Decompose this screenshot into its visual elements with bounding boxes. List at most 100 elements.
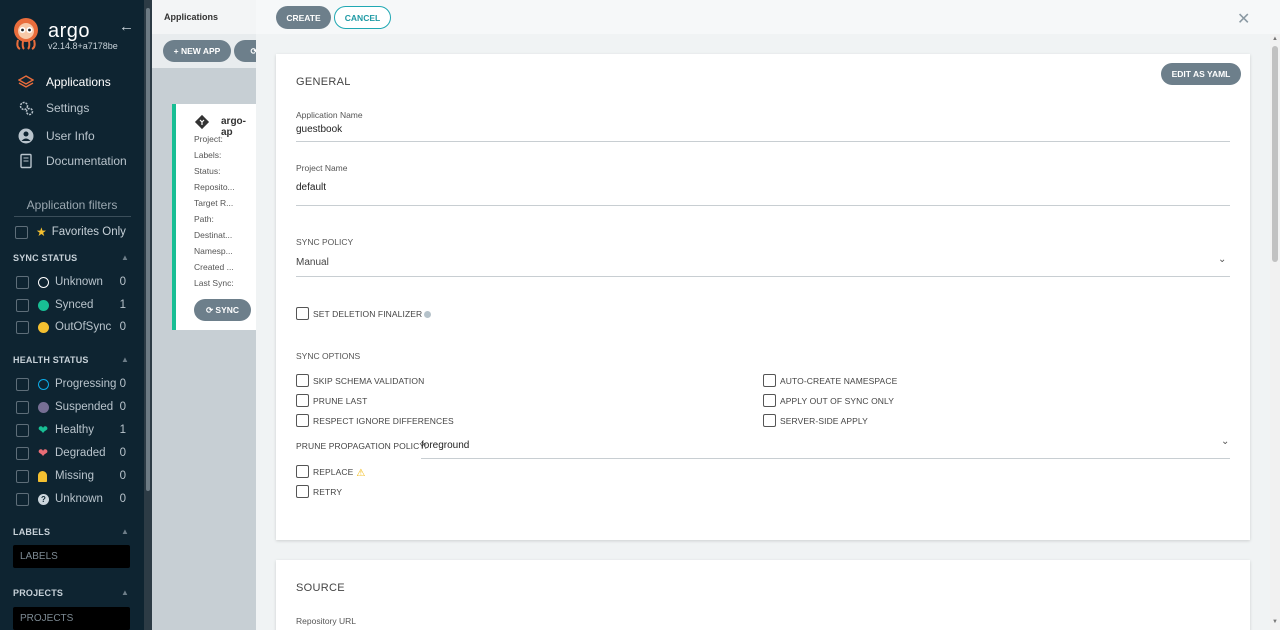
sidebar-scrollbar[interactable] [144, 0, 152, 630]
app-name[interactable]: argo-ap [221, 116, 256, 138]
skip-schema-validation-checkbox[interactable] [296, 374, 309, 387]
input-underline [296, 141, 1230, 142]
server-side-apply-checkbox[interactable] [763, 414, 776, 427]
filter-sync-unknown[interactable]: Unknown 0 [16, 273, 132, 291]
sync-status-heading: SYNC STATUS [13, 253, 78, 263]
filter-sync-synced[interactable]: Synced 1 [16, 296, 132, 314]
progress-circle-icon [38, 378, 49, 390]
filter-count: 1 [119, 299, 126, 311]
retry-label: RETRY [313, 487, 343, 497]
auto-create-namespace-checkbox[interactable] [763, 374, 776, 387]
health-status-heading: HEALTH STATUS [13, 355, 89, 365]
app-tile-content: argo-ap Project: Labels: Status: Reposit… [152, 0, 256, 630]
project-name-label: Project Name [296, 163, 348, 173]
filter-health-missing[interactable]: Missing 0 [16, 467, 132, 485]
filter-health-degraded[interactable]: ❤ Degraded 0 [16, 444, 132, 462]
deletion-finalizer-checkbox[interactable] [296, 307, 309, 320]
filter-health-healthy[interactable]: ❤ Healthy 1 [16, 421, 132, 439]
general-section: GENERAL EDIT AS YAML Application Name gu… [276, 54, 1250, 540]
labels-input[interactable]: LABELS [13, 545, 130, 568]
git-icon [194, 114, 210, 130]
edit-as-yaml-button[interactable]: EDIT AS YAML [1161, 63, 1241, 85]
app-field-label: Labels: [194, 150, 222, 160]
scrollbar-thumb[interactable] [146, 8, 150, 491]
sync-options-title: SYNC OPTIONS [296, 351, 361, 361]
nav-label: Settings [46, 101, 90, 115]
scroll-down-icon[interactable]: ▼ [1272, 619, 1278, 625]
respect-ignore-differences-checkbox[interactable] [296, 414, 309, 427]
panel-header: CREATE CANCEL ✕ [256, 0, 1280, 34]
filter-checkbox[interactable] [16, 275, 29, 289]
input-underline [296, 205, 1230, 206]
app-field-label: Last Sync: [194, 278, 234, 288]
filter-count: 0 [119, 493, 126, 505]
app-field-label: Reposito... [194, 182, 235, 192]
scroll-up-icon[interactable]: ▲ [1272, 36, 1278, 42]
filter-checkbox[interactable] [16, 400, 29, 414]
gears-icon [19, 101, 34, 116]
nav-documentation[interactable]: Documentation [0, 149, 144, 173]
nav-settings[interactable]: Settings [0, 96, 144, 120]
info-icon[interactable] [424, 311, 432, 319]
nav-applications[interactable]: Applications [0, 70, 144, 94]
filter-health-suspended[interactable]: Suspended 0 [16, 398, 132, 416]
filter-checkbox[interactable] [16, 320, 29, 334]
filter-checkbox[interactable] [16, 298, 29, 312]
nav-user-info[interactable]: User Info [0, 124, 144, 148]
filter-count: 1 [119, 424, 126, 436]
filter-health-progressing[interactable]: Progressing 0 [16, 375, 132, 393]
chevron-down-icon[interactable]: ⌄ [1218, 254, 1226, 265]
nav-label: User Info [46, 129, 95, 143]
collapse-sidebar-icon[interactable]: ← [119, 18, 134, 35]
warning-icon[interactable]: ⚠ [356, 468, 365, 479]
filter-count: 0 [119, 470, 126, 482]
respect-ignore-differences-label: RESPECT IGNORE DIFFERENCES [313, 416, 454, 426]
apply-out-of-sync-only-label: APPLY OUT OF SYNC ONLY [780, 396, 894, 406]
general-title: GENERAL [296, 76, 351, 88]
apply-out-of-sync-only-checkbox[interactable] [763, 394, 776, 407]
arrow-up-circle-icon [38, 321, 49, 333]
chevron-down-icon[interactable]: ⌄ [1221, 436, 1229, 447]
panel-scrollbar[interactable]: ▲ ▼ [1270, 34, 1280, 630]
app-field-label: Namesp... [194, 246, 233, 256]
sync-policy-label: SYNC POLICY [296, 237, 354, 247]
prune-last-label: PRUNE LAST [313, 396, 368, 406]
app-name-input[interactable]: guestbook [296, 124, 342, 135]
favorites-checkbox[interactable] [15, 225, 28, 239]
filter-checkbox[interactable] [16, 423, 29, 437]
collapse-caret-icon[interactable]: ▲ [121, 588, 129, 597]
sync-policy-select[interactable]: Manual [296, 257, 329, 268]
repo-url-label: Repository URL [296, 616, 356, 626]
collapse-caret-icon[interactable]: ▲ [121, 355, 129, 364]
replace-label: REPLACE [313, 467, 354, 477]
app-sync-button[interactable]: ⟳ SYNC [194, 299, 251, 321]
nav-label: Applications [46, 75, 111, 89]
prune-policy-select[interactable]: foreground [421, 440, 469, 451]
filter-checkbox[interactable] [16, 492, 29, 506]
filter-checkbox[interactable] [16, 446, 29, 460]
filter-checkbox[interactable] [16, 377, 29, 391]
question-circle-icon: ? [38, 493, 49, 505]
retry-checkbox[interactable] [296, 485, 309, 498]
favorites-filter[interactable]: ★ Favorites Only [15, 225, 126, 239]
filter-label: Unknown [55, 276, 103, 288]
argo-logo-icon [14, 18, 38, 50]
filter-count: 0 [119, 401, 126, 413]
collapse-caret-icon[interactable]: ▲ [121, 527, 129, 536]
scrollbar-thumb[interactable] [1272, 46, 1278, 262]
prune-last-checkbox[interactable] [296, 394, 309, 407]
filter-checkbox[interactable] [16, 469, 29, 483]
project-name-input[interactable]: default [296, 182, 326, 193]
filter-health-unknown[interactable]: ? Unknown 0 [16, 490, 132, 508]
layers-icon [18, 75, 34, 88]
cancel-button[interactable]: CANCEL [334, 6, 391, 29]
filter-count: 0 [119, 276, 126, 288]
collapse-caret-icon[interactable]: ▲ [121, 253, 129, 262]
create-button[interactable]: CREATE [276, 6, 331, 29]
close-icon[interactable]: ✕ [1237, 9, 1250, 29]
sync-label: SYNC [215, 305, 240, 315]
projects-input[interactable]: PROJECTS [13, 607, 130, 630]
sidebar: argo v2.14.8+a7178be ← Applications Sett… [0, 0, 152, 630]
replace-checkbox[interactable] [296, 465, 309, 478]
filter-sync-outofsync[interactable]: OutOfSync 0 [16, 318, 132, 336]
